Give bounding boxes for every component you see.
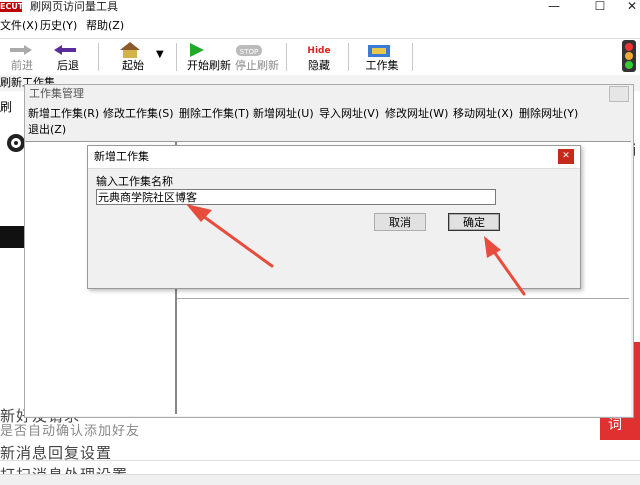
workset-manager-title: 工作集管理 <box>29 87 84 100</box>
forward-label: 前进 <box>11 59 33 72</box>
url-list[interactable] <box>177 298 629 415</box>
wm-menu-add-workset[interactable]: 新增工作集(R) <box>28 107 99 121</box>
svg-text:Hide: Hide <box>307 46 330 56</box>
background-label: 刷 <box>0 100 13 114</box>
menu-history[interactable]: 历史(Y) <box>40 19 77 33</box>
back-button[interactable]: 后退 <box>52 39 84 73</box>
start-refresh-button[interactable]: 开始刷新 <box>186 39 232 73</box>
window-title: 刷网页访问量工具 <box>30 0 118 13</box>
play-icon <box>190 43 204 57</box>
back-arrow-icon <box>54 45 76 55</box>
new-workset-title: 新增工作集 <box>94 150 149 163</box>
background-dark-block <box>0 226 24 248</box>
toolbar-separator <box>286 43 287 71</box>
workset-name-input[interactable] <box>96 189 496 205</box>
cancel-button[interactable]: 取消 <box>374 213 426 231</box>
toolbar-separator <box>412 43 413 71</box>
stop-icon: STOP <box>236 45 262 56</box>
background-row: 打扫消息处理设置 <box>0 464 220 474</box>
horizontal-scrollbar[interactable] <box>0 474 640 485</box>
close-icon[interactable]: ✕ <box>558 149 574 164</box>
app-icon: ECUT <box>0 2 24 12</box>
hide-label: 隐藏 <box>308 59 330 72</box>
svg-text:STOP: STOP <box>240 48 258 56</box>
new-workset-titlebar: 新增工作集 ✕ <box>88 146 580 169</box>
maximize-icon[interactable]: ☐ <box>586 0 614 14</box>
menu-bar: 文件(X) 历史(Y) 帮助(Z) <box>0 16 640 36</box>
toolbar-separator <box>348 43 349 71</box>
divider <box>0 460 640 461</box>
workset-name-label: 输入工作集名称 <box>96 175 173 188</box>
hide-icon: Hide <box>307 46 330 56</box>
wm-menu-delete-url[interactable]: 删除网址(Y) <box>519 107 578 121</box>
close-icon[interactable]: ✕ <box>618 0 640 14</box>
workset-button[interactable]: 工作集 <box>364 39 400 73</box>
stop-refresh-label: 停止刷新 <box>235 59 279 72</box>
forward-arrow-icon <box>10 45 32 55</box>
wm-menu-exit[interactable]: 退出(Z) <box>28 123 66 137</box>
toolbar-separator <box>176 43 177 71</box>
dropdown-icon[interactable]: ▼ <box>156 49 164 60</box>
toolbar-separator <box>98 43 99 71</box>
wm-menu-delete-workset[interactable]: 删除工作集(T) <box>179 107 249 121</box>
start-refresh-label: 开始刷新 <box>187 59 231 72</box>
menu-help[interactable]: 帮助(Z) <box>86 19 124 33</box>
home-icon <box>120 42 140 58</box>
traffic-light-icon <box>622 40 636 72</box>
workset-label: 工作集 <box>365 59 399 72</box>
stop-refresh-button[interactable]: STOP 停止刷新 <box>234 39 280 73</box>
minimize-icon[interactable]: — <box>540 0 568 14</box>
hide-button[interactable]: Hide 隐藏 <box>304 39 334 73</box>
background-row: 是否自动确认添加好友 <box>0 424 141 439</box>
menu-file[interactable]: 文件(X) <box>0 19 38 33</box>
wm-menu-move-url[interactable]: 移动网址(X) <box>453 107 513 121</box>
back-label: 后退 <box>57 59 79 72</box>
toolbar: 前进 后退 起始 ▼ 开始刷新 STOP 停止刷新 Hide 隐藏 工作集 <box>0 38 640 76</box>
wm-menu-edit-url[interactable]: 修改网址(W) <box>385 107 448 121</box>
workset-manager-close-button[interactable] <box>609 86 629 102</box>
title-bar: ECUT 刷网页访问量工具 — ☐ ✕ <box>0 0 640 14</box>
forward-button[interactable]: 前进 <box>6 39 38 73</box>
wm-menu-edit-workset[interactable]: 修改工作集(S) <box>103 107 174 121</box>
start-page-button[interactable]: 起始 <box>116 39 150 73</box>
new-workset-dialog: 新增工作集 ✕ 输入工作集名称 取消 确定 <box>87 145 581 289</box>
workset-icon <box>368 45 390 57</box>
wm-menu-add-url[interactable]: 新增网址(U) <box>253 107 314 121</box>
start-page-label: 起始 <box>122 59 144 72</box>
wm-menu-import-url[interactable]: 导入网址(V) <box>319 107 379 121</box>
logo-icon <box>7 134 25 152</box>
ok-button[interactable]: 确定 <box>448 213 500 231</box>
